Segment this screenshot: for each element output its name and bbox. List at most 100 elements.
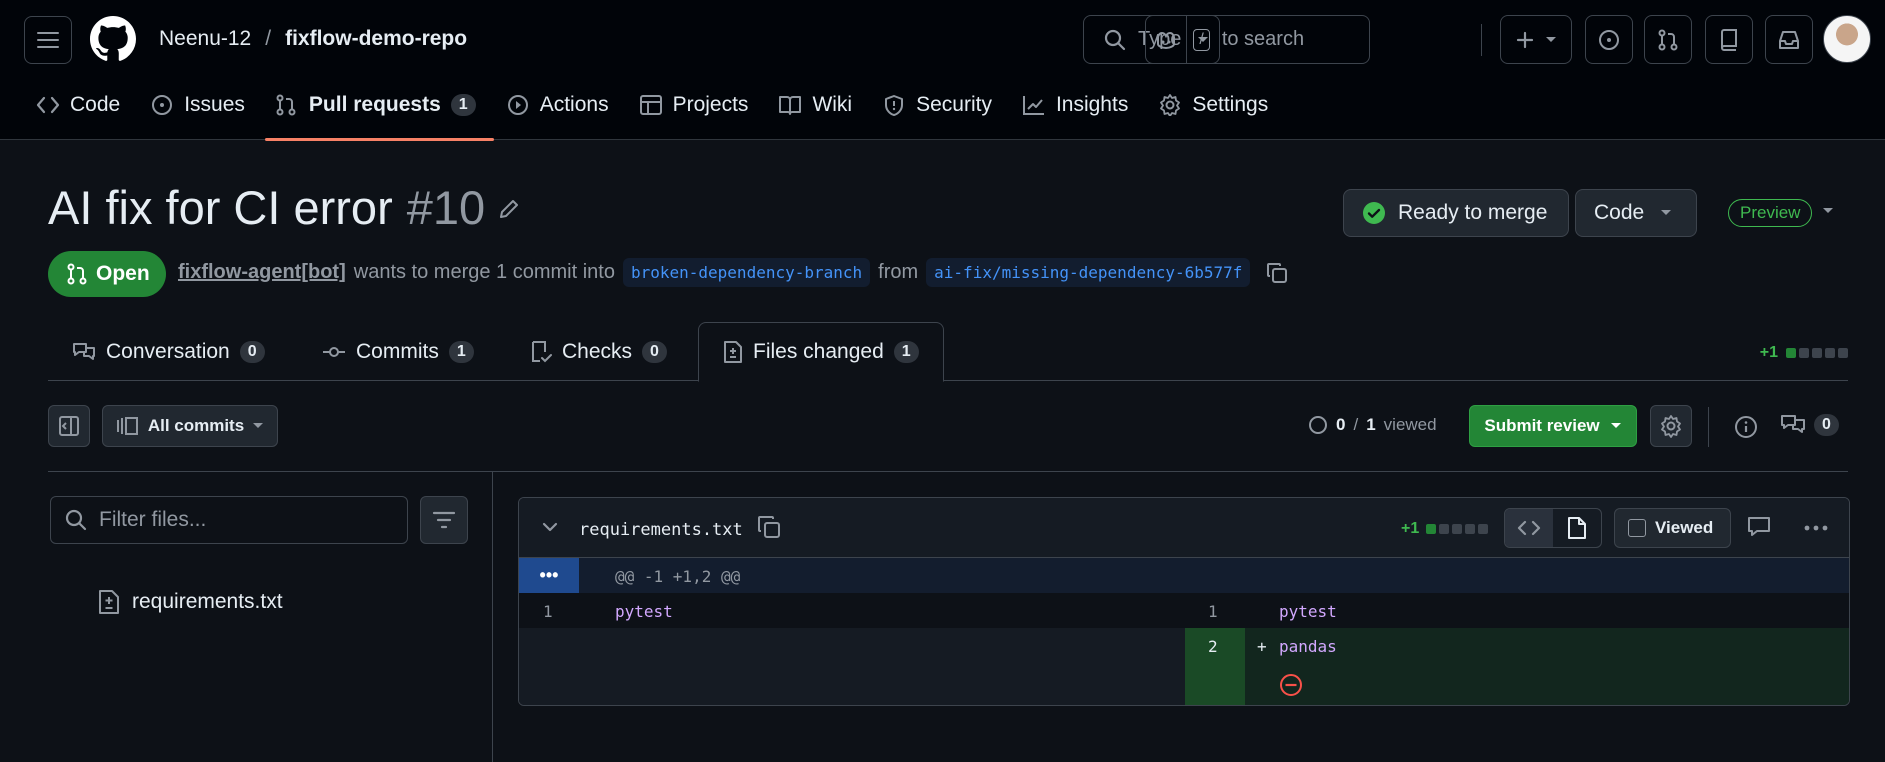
comment-on-file-button[interactable] bbox=[1747, 516, 1771, 538]
from-text: from bbox=[878, 261, 919, 283]
preview-dropdown[interactable] bbox=[1822, 207, 1834, 215]
expand-hunk-button[interactable]: ••• bbox=[519, 558, 579, 593]
submit-review-button[interactable]: Submit review bbox=[1469, 405, 1637, 447]
check-circle-fill-icon bbox=[1363, 202, 1385, 224]
search-placeholder-suffix: to search bbox=[1221, 28, 1305, 50]
edit-title-button[interactable] bbox=[497, 197, 521, 221]
added-line-bg bbox=[1245, 663, 1849, 705]
tab-counter: 1 bbox=[448, 340, 474, 363]
circle-icon bbox=[1309, 416, 1327, 434]
menu-button[interactable] bbox=[24, 16, 72, 64]
diffstat-square bbox=[1465, 524, 1476, 534]
left-code-line: pytest bbox=[615, 602, 673, 621]
nav-item-actions[interactable]: Actions bbox=[502, 84, 627, 140]
info-button[interactable] bbox=[1734, 415, 1758, 439]
file-tree-item[interactable]: requirements.txt bbox=[98, 589, 283, 615]
viewed-checkbox-button[interactable]: Viewed bbox=[1614, 508, 1731, 548]
pr-number: #10 bbox=[406, 181, 486, 234]
filter-files-input[interactable]: Filter files... bbox=[50, 496, 408, 544]
table-icon bbox=[639, 94, 663, 116]
empty-left-cell bbox=[519, 663, 1185, 705]
nav-counter: 1 bbox=[450, 94, 476, 116]
github-logo-icon[interactable] bbox=[90, 16, 136, 62]
nav-item-code[interactable]: Code bbox=[32, 84, 138, 140]
file-name[interactable]: requirements.txt bbox=[579, 520, 743, 540]
search-input[interactable]: Type / to search bbox=[1083, 15, 1370, 64]
diff-settings-button[interactable] bbox=[1650, 405, 1692, 447]
commits-icon bbox=[116, 417, 138, 435]
file-diff: requirements.txt +1 Viewed ••• @@ -1 +1,… bbox=[518, 497, 1850, 706]
nav-item-projects[interactable]: Projects bbox=[635, 84, 767, 140]
right-line-number[interactable]: 2 bbox=[1208, 637, 1218, 656]
viewed-checkbox[interactable] bbox=[1628, 519, 1646, 537]
repositories-button[interactable] bbox=[1705, 15, 1753, 64]
left-line-number[interactable]: 1 bbox=[543, 602, 553, 621]
copy-icon bbox=[758, 516, 780, 538]
diffstat-square bbox=[1478, 524, 1489, 534]
tab-commits[interactable]: Commits 1 bbox=[322, 322, 474, 381]
right-line-number[interactable]: 1 bbox=[1208, 602, 1218, 621]
nav-item-pull-requests[interactable]: Pull requests 1 bbox=[264, 84, 494, 141]
repo-owner-link[interactable]: Neenu-12 bbox=[159, 27, 251, 51]
toolbar-divider-line bbox=[48, 471, 1848, 472]
nav-item-wiki[interactable]: Wiki bbox=[774, 84, 870, 140]
file-diff-icon bbox=[724, 341, 742, 363]
code-button-label: Code bbox=[1594, 201, 1645, 224]
copilot-dropdown-button[interactable] bbox=[1186, 15, 1220, 64]
triangle-down-icon bbox=[1823, 208, 1833, 213]
filter-options-button[interactable] bbox=[420, 496, 468, 544]
git-pull-request-icon bbox=[67, 263, 87, 285]
nav-item-issues[interactable]: Issues bbox=[146, 84, 263, 140]
shield-icon bbox=[882, 94, 906, 116]
code-dropdown-button[interactable]: Code bbox=[1575, 189, 1697, 237]
git-pull-request-icon bbox=[1658, 29, 1678, 50]
create-new-button[interactable] bbox=[1500, 15, 1572, 64]
diffstat-square bbox=[1799, 348, 1809, 358]
issues-button[interactable] bbox=[1585, 15, 1633, 64]
sidebar-divider[interactable] bbox=[492, 472, 493, 762]
pull-requests-button[interactable] bbox=[1644, 15, 1692, 64]
tab-label: Commits bbox=[356, 339, 439, 363]
nav-item-settings[interactable]: Settings bbox=[1154, 84, 1286, 140]
diffstat-square bbox=[1452, 524, 1463, 534]
toggle-file-tree-button[interactable] bbox=[48, 405, 90, 447]
diff-row: 1 pytest 1 pytest bbox=[519, 593, 1849, 628]
all-commits-dropdown[interactable]: All commits bbox=[102, 405, 278, 447]
sidebar-expand-icon bbox=[59, 416, 79, 436]
copy-icon bbox=[1267, 262, 1288, 283]
merge-status-button[interactable]: Ready to merge bbox=[1343, 189, 1569, 237]
source-view-button[interactable] bbox=[1505, 509, 1553, 547]
nav-item-label: Projects bbox=[672, 93, 749, 116]
git-commit-icon bbox=[323, 346, 345, 357]
collapse-file-button[interactable] bbox=[541, 518, 559, 536]
tab-conversation[interactable]: Conversation 0 bbox=[72, 322, 265, 381]
rich-view-button[interactable] bbox=[1553, 509, 1601, 547]
head-branch[interactable]: ai-fix/missing-dependency-6b577f bbox=[926, 258, 1251, 287]
nav-item-label: Actions bbox=[539, 93, 609, 116]
nav-item-insights[interactable]: Insights bbox=[1018, 84, 1146, 140]
copy-branch-button[interactable] bbox=[1266, 262, 1288, 284]
preview-badge[interactable]: Preview bbox=[1728, 199, 1813, 227]
tab-files-changed[interactable]: Files changed 1 bbox=[698, 322, 944, 382]
file-options-button[interactable] bbox=[1804, 525, 1828, 531]
base-branch[interactable]: broken-dependency-branch bbox=[622, 258, 871, 287]
header-divider bbox=[1481, 24, 1482, 56]
issue-opened-icon bbox=[150, 94, 174, 116]
viewed-label: viewed bbox=[1383, 415, 1437, 434]
nav-item-security[interactable]: Security bbox=[878, 84, 1010, 140]
copilot-button[interactable] bbox=[1145, 15, 1187, 64]
copy-path-button[interactable] bbox=[757, 515, 781, 539]
inbox-button[interactable] bbox=[1765, 15, 1813, 64]
repo-name-link[interactable]: fixflow-demo-repo bbox=[285, 27, 467, 51]
inbox-icon bbox=[1779, 30, 1799, 49]
viewed-progress: 0 / 1 viewed bbox=[1308, 415, 1437, 435]
meta-text: wants to merge 1 commit into bbox=[353, 261, 615, 283]
right-code-line: pytest bbox=[1279, 602, 1337, 621]
tab-checks[interactable]: Checks 0 bbox=[530, 322, 667, 381]
author-link[interactable]: fixflow-agent[bot] bbox=[178, 261, 346, 284]
comments-button[interactable]: 0 bbox=[1780, 413, 1839, 437]
triangle-down-icon bbox=[1198, 36, 1208, 42]
pr-tabs: Conversation 0 Commits 1 Checks 0 Files … bbox=[48, 322, 1848, 382]
added-marker: + bbox=[1257, 637, 1267, 656]
avatar[interactable] bbox=[1823, 15, 1871, 63]
